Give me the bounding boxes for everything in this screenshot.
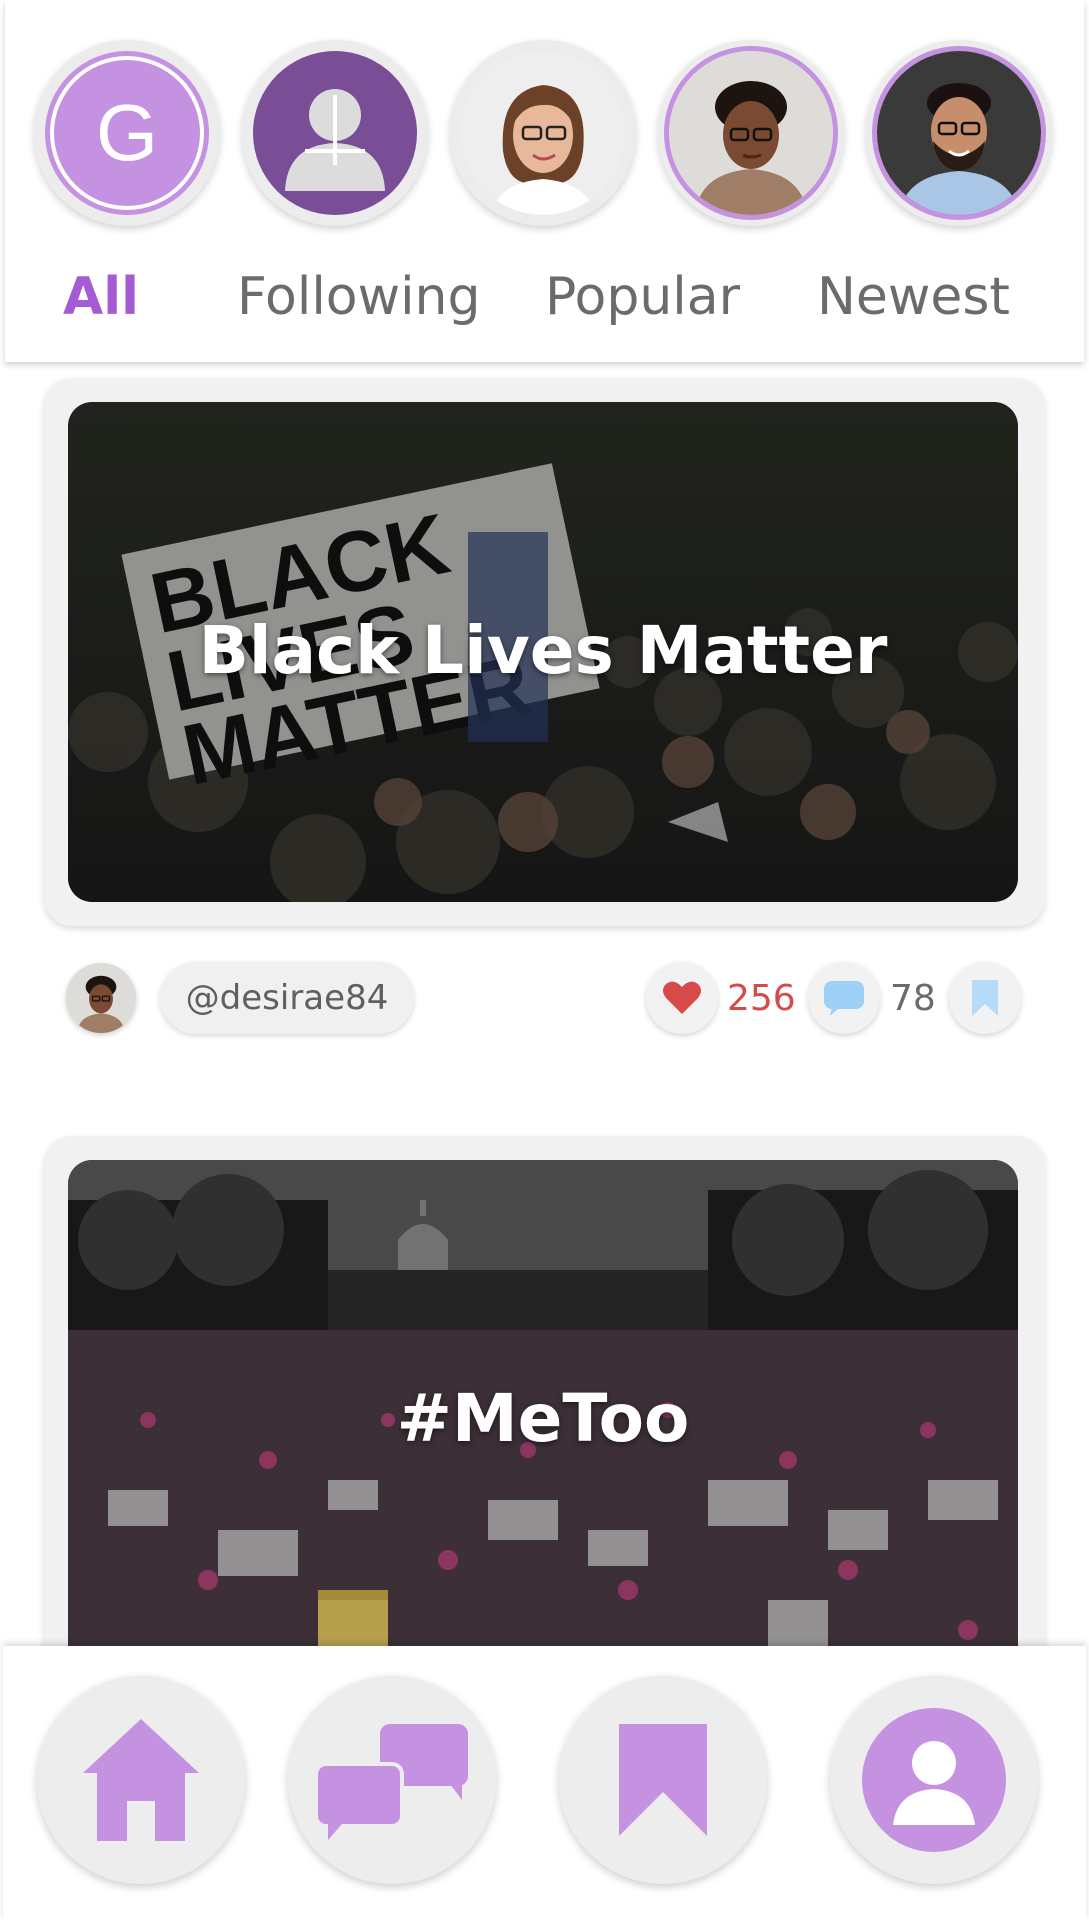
comment-button[interactable]: [808, 962, 880, 1034]
tab-following[interactable]: Following: [237, 262, 481, 332]
story-avatar-user-1[interactable]: [450, 40, 636, 226]
tab-popular[interactable]: Popular: [545, 262, 740, 332]
feed-tabs: All Following Popular Newest: [5, 262, 1084, 332]
like-button[interactable]: [646, 962, 718, 1034]
bookmark-button[interactable]: [949, 962, 1021, 1034]
user-photo-3: [872, 46, 1046, 220]
author-username[interactable]: @desirae84: [160, 962, 414, 1034]
author-avatar[interactable]: [66, 963, 136, 1033]
comment-count: 78: [890, 978, 936, 1019]
man-portrait-icon: [877, 51, 1041, 215]
nav-home-button[interactable]: [37, 1676, 245, 1884]
bottom-navigation: [3, 1646, 1086, 1920]
bookmark-icon: [972, 980, 998, 1016]
post-card-2[interactable]: #MeToo: [44, 1136, 1045, 1676]
woman-portrait-icon: [669, 51, 833, 215]
add-user-icon: [285, 89, 385, 191]
add-friend-button[interactable]: [242, 40, 428, 226]
letter-avatar: G: [45, 51, 209, 215]
post-card-1[interactable]: BLACK LIVES MATTER Black Lives Matter: [44, 378, 1045, 926]
story-avatar-user-2[interactable]: [658, 40, 844, 226]
bookmark-icon: [619, 1724, 707, 1836]
add-user-avatar: [253, 51, 417, 215]
woman-portrait-icon: [461, 51, 625, 215]
nav-profile-button[interactable]: [830, 1676, 1038, 1884]
woman-portrait-icon: [66, 963, 136, 1033]
post-title: #MeToo: [396, 1380, 690, 1457]
tab-newest[interactable]: Newest: [817, 262, 1010, 332]
avatar-letter: G: [95, 88, 159, 177]
post-image[interactable]: #MeToo: [68, 1160, 1018, 1676]
story-avatar-g[interactable]: G: [34, 40, 220, 226]
user-photo-1: [461, 51, 625, 215]
like-count: 256: [727, 978, 796, 1019]
story-avatar-user-3[interactable]: [866, 40, 1052, 226]
heart-icon: [663, 981, 701, 1014]
nav-saved-button[interactable]: [559, 1676, 767, 1884]
profile-icon: [862, 1708, 1006, 1852]
post-image[interactable]: BLACK LIVES MATTER Black Lives Matter: [68, 402, 1018, 902]
top-header: G All Following Popular Newest: [5, 0, 1084, 362]
tab-all[interactable]: All: [63, 262, 139, 332]
comment-icon: [824, 981, 864, 1016]
home-icon: [83, 1719, 199, 1841]
user-photo-2: [664, 46, 838, 220]
chat-icon: [314, 1724, 468, 1840]
post-title: Black Lives Matter: [198, 612, 888, 689]
nav-messages-button[interactable]: [288, 1676, 496, 1884]
